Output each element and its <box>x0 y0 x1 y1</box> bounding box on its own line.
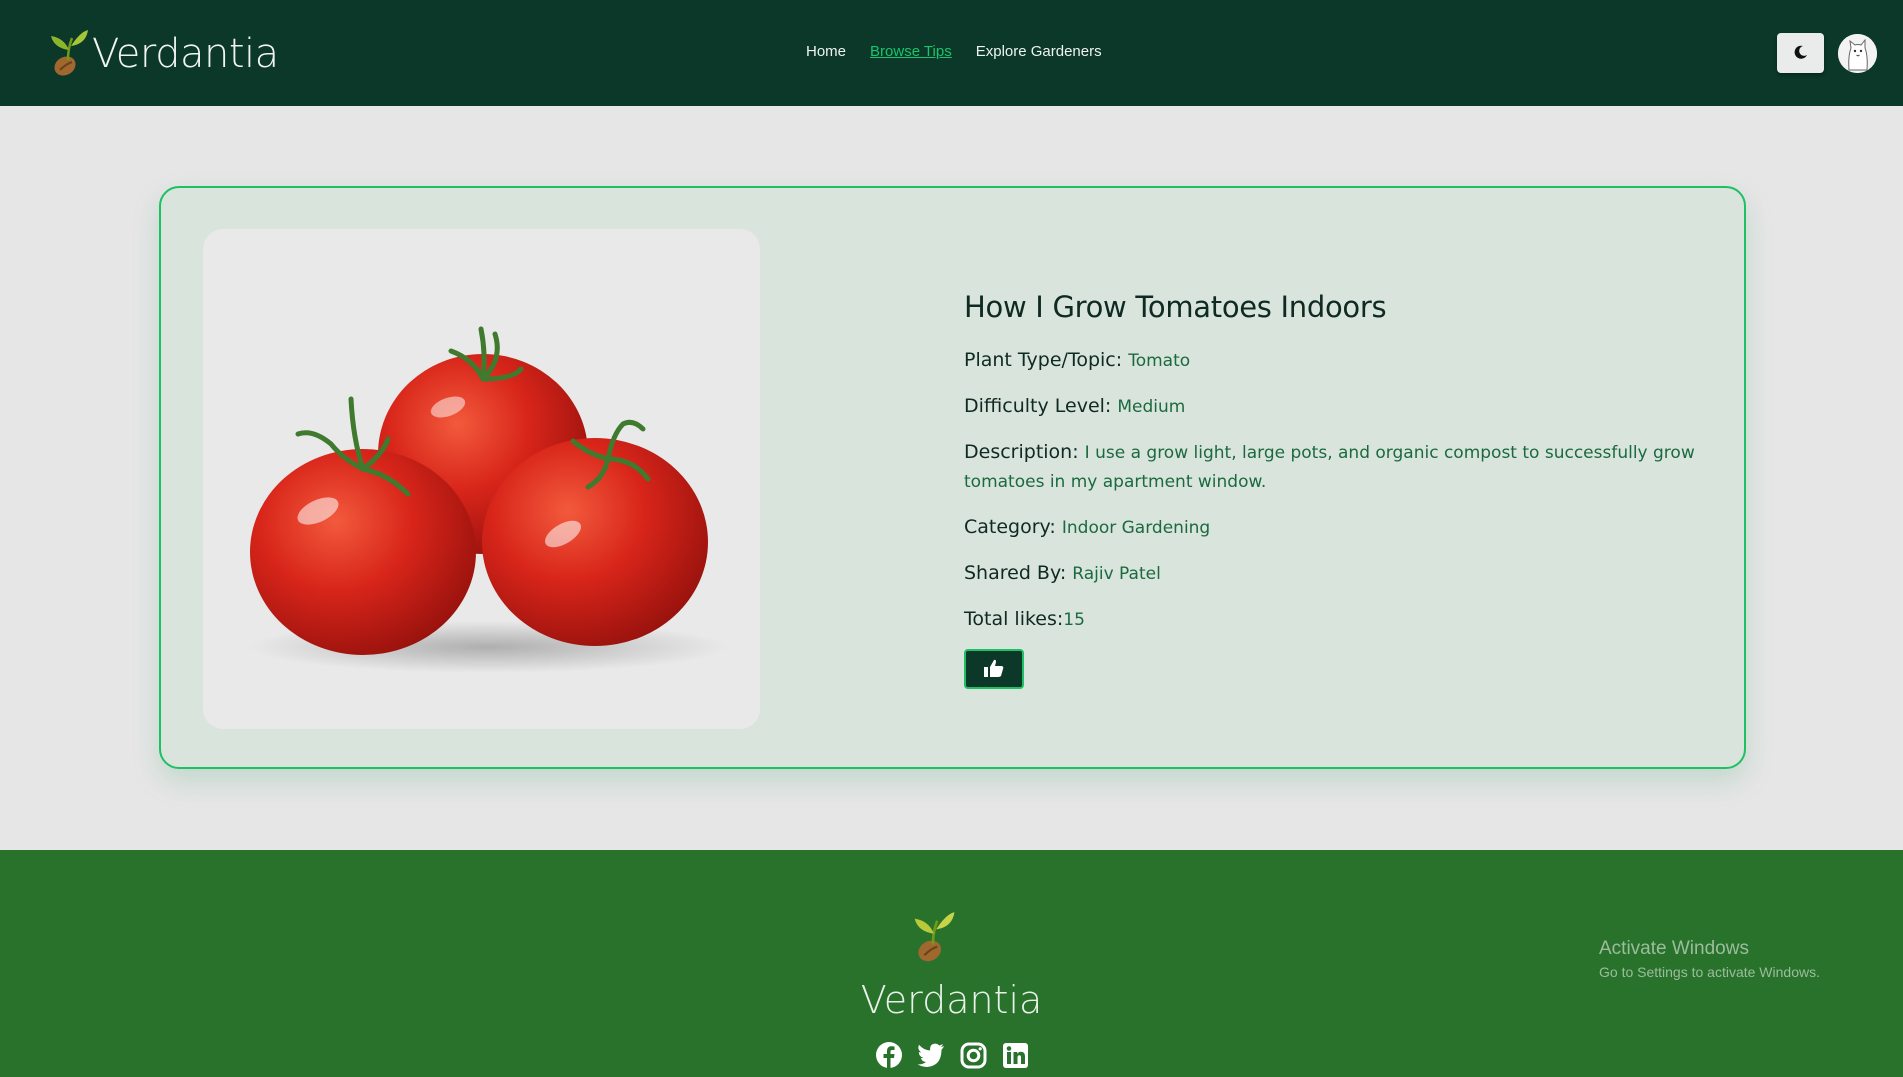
difficulty-value: Medium <box>1117 397 1186 417</box>
like-button[interactable] <box>964 649 1024 689</box>
brand-name: Verdantia <box>92 31 279 77</box>
description-label: Description: <box>964 441 1079 463</box>
footer-brand-name: Verdantia <box>860 978 1043 1022</box>
moon-icon <box>1793 44 1809 63</box>
linkedin-icon[interactable] <box>1000 1040 1030 1070</box>
difficulty-label: Difficulty Level: <box>964 395 1112 417</box>
brand-link[interactable]: Verdantia <box>48 28 279 80</box>
windows-activation-watermark: Activate Windows Go to Settings to activ… <box>1599 938 1820 980</box>
nav-browse-tips[interactable]: Browse Tips <box>870 43 952 60</box>
sprout-logo-icon <box>911 910 957 966</box>
plant-type-value: Tomato <box>1128 351 1191 371</box>
likes-row: Total likes:15 <box>964 605 1704 634</box>
tip-title: How I Grow Tomatoes Indoors <box>964 290 1387 324</box>
shared-by-label: Shared By: <box>964 562 1067 584</box>
likes-label: Total likes: <box>964 608 1064 630</box>
shared-by-value: Rajiv Patel <box>1072 564 1161 584</box>
plant-type-label: Plant Type/Topic: <box>964 349 1123 371</box>
main-nav: Home Browse Tips Explore Gardeners <box>806 43 1102 60</box>
nav-home[interactable]: Home <box>806 43 846 60</box>
sprout-logo-icon <box>48 28 90 80</box>
plant-type-row: Plant Type/Topic: Tomato <box>964 346 1704 375</box>
navbar: Verdantia Home Browse Tips Explore Garde… <box>0 0 1903 106</box>
category-label: Category: <box>964 516 1056 538</box>
social-links <box>874 1040 1030 1070</box>
watermark-title: Activate Windows <box>1599 938 1749 959</box>
difficulty-row: Difficulty Level: Medium <box>964 392 1704 421</box>
watermark-subtitle: Go to Settings to activate Windows. <box>1599 964 1820 980</box>
shared-by-row: Shared By: Rajiv Patel <box>964 559 1704 588</box>
facebook-icon[interactable] <box>874 1040 904 1070</box>
user-avatar[interactable] <box>1838 34 1877 73</box>
tip-details: How I Grow Tomatoes Indoors Plant Type/T… <box>964 290 1704 689</box>
description-row: Description: I use a grow light, large p… <box>964 438 1704 496</box>
likes-count: 15 <box>1063 610 1085 630</box>
category-row: Category: Indoor Gardening <box>964 513 1704 542</box>
tip-image <box>203 229 760 729</box>
tip-detail-card: How I Grow Tomatoes Indoors Plant Type/T… <box>159 186 1746 769</box>
footer: Verdantia Activate Windows Go to Setting… <box>0 850 1903 1077</box>
category-value: Indoor Gardening <box>1061 518 1211 538</box>
instagram-icon[interactable] <box>958 1040 988 1070</box>
nav-explore-gardeners[interactable]: Explore Gardeners <box>976 43 1102 60</box>
twitter-icon[interactable] <box>916 1040 946 1070</box>
theme-toggle-button[interactable] <box>1777 33 1824 73</box>
thumbs-up-icon <box>982 656 1006 683</box>
